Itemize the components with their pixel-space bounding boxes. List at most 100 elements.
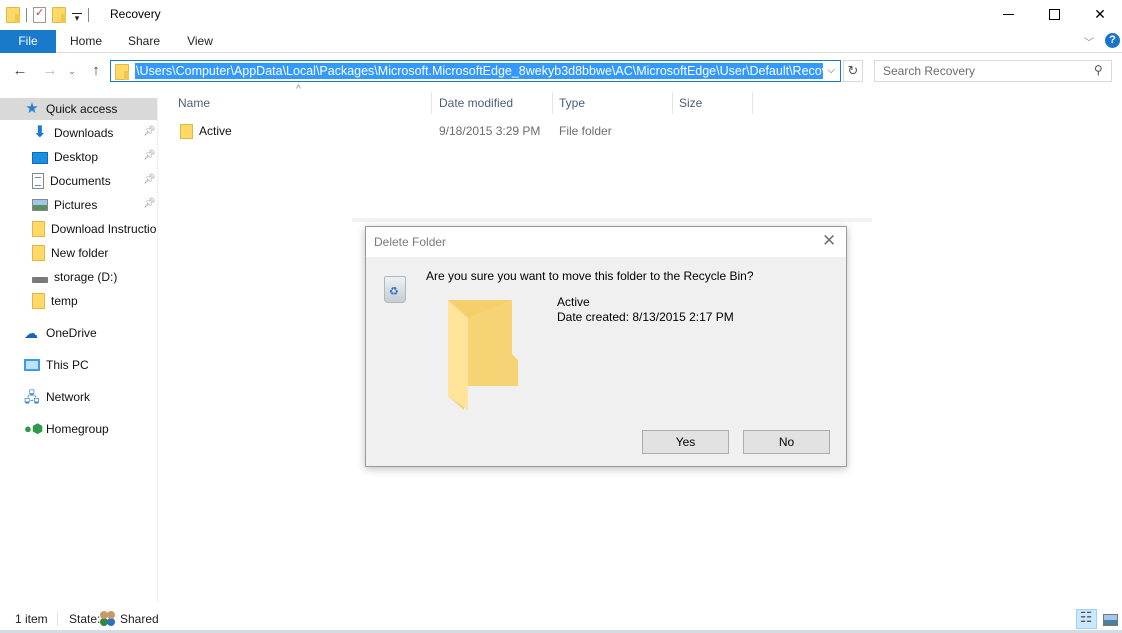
toolbar-separator bbox=[88, 8, 89, 22]
folder-icon bbox=[32, 245, 45, 261]
sidebar-item-label: Quick access bbox=[46, 102, 118, 116]
dialog-title: Delete Folder bbox=[374, 235, 447, 249]
dialog-item-date: Date created: 8/13/2015 2:17 PM bbox=[557, 310, 734, 324]
file-explorer-window: ▾ Recovery ✕ File Home Share View ﹀ ? ← … bbox=[0, 0, 1122, 633]
sidebar-item-network[interactable]: 🖧︎ Network bbox=[0, 386, 157, 408]
sidebar-item-label: storage (D:) bbox=[54, 270, 118, 284]
navigation-pane: ★ Quick access ⬇ Downloads 📌︎ Desktop 📌︎… bbox=[0, 96, 158, 602]
pictures-icon bbox=[32, 199, 48, 211]
folder-icon[interactable] bbox=[6, 7, 20, 23]
onedrive-icon: ☁ bbox=[24, 325, 38, 341]
address-bar[interactable]: \Users\Computer\AppData\Local\Packages\M… bbox=[110, 60, 841, 82]
address-path[interactable]: \Users\Computer\AppData\Local\Packages\M… bbox=[135, 63, 823, 79]
sidebar-item-onedrive[interactable]: ☁ OneDrive bbox=[0, 322, 157, 344]
folder-icon bbox=[115, 64, 129, 80]
sidebar-item-label: temp bbox=[51, 294, 78, 308]
title-bar: ▾ Recovery ✕ bbox=[0, 0, 1122, 30]
column-header-type[interactable]: Type bbox=[553, 92, 673, 114]
forward-arrow-icon[interactable]: → bbox=[40, 61, 60, 81]
address-history-chevron-icon[interactable]: ⌵ bbox=[824, 62, 838, 80]
minimize-button[interactable] bbox=[985, 0, 1031, 28]
refresh-icon[interactable]: ↻ bbox=[843, 60, 863, 82]
yes-button[interactable]: Yes bbox=[642, 430, 729, 454]
minimize-icon bbox=[1002, 13, 1014, 15]
tab-home[interactable]: Home bbox=[58, 30, 114, 53]
details-view-button[interactable] bbox=[1076, 609, 1097, 629]
sidebar-item-this-pc[interactable]: This PC bbox=[0, 354, 157, 376]
dialog-question: Are you sure you want to move this folde… bbox=[426, 269, 754, 283]
help-icon[interactable]: ? bbox=[1105, 33, 1120, 48]
column-header-name[interactable]: Name bbox=[172, 92, 432, 114]
new-folder-icon[interactable] bbox=[52, 7, 66, 23]
file-date-modified: 9/18/2015 3:29 PM bbox=[439, 124, 541, 138]
dialog-close-icon[interactable]: ✕ bbox=[822, 231, 836, 251]
large-icons-view-button[interactable] bbox=[1100, 609, 1121, 629]
sidebar-item-label: Download Instructions bbox=[51, 222, 157, 236]
recent-locations-chevron-icon[interactable]: ⌄ bbox=[66, 61, 78, 81]
sidebar-item-storage-d[interactable]: storage (D:) bbox=[0, 266, 157, 288]
dialog-title-bar: Delete Folder ✕ bbox=[366, 227, 846, 257]
sidebar-item-downloads[interactable]: ⬇ Downloads 📌︎ bbox=[0, 122, 157, 144]
network-icon: 🖧︎ bbox=[24, 389, 40, 405]
state-label: State: bbox=[69, 612, 101, 626]
file-name: Active bbox=[199, 124, 232, 138]
navigation-bar: ← → ⌄ ↑ \Users\Computer\AppData\Local\Pa… bbox=[0, 56, 1122, 86]
sidebar-item-label: New folder bbox=[51, 246, 109, 260]
tab-file[interactable]: File bbox=[0, 30, 56, 53]
tab-view[interactable]: View bbox=[176, 30, 224, 53]
up-arrow-icon[interactable]: ↑ bbox=[86, 61, 106, 81]
expand-ribbon-chevron-icon[interactable]: ﹀ bbox=[1084, 34, 1094, 49]
recycle-bin-icon: ♻ bbox=[382, 273, 408, 303]
sidebar-item-label: Downloads bbox=[54, 126, 114, 140]
documents-icon bbox=[32, 173, 44, 189]
status-bar: 1 item State: Shared bbox=[0, 608, 1122, 630]
window-title: Recovery bbox=[110, 7, 161, 21]
sidebar-item-documents[interactable]: Documents 📌︎ bbox=[0, 170, 157, 192]
search-icon[interactable]: ⚲ bbox=[1094, 63, 1103, 77]
delete-folder-dialog: Delete Folder ✕ ♻ Are you sure you want … bbox=[365, 226, 847, 467]
pin-icon[interactable]: 📌︎ bbox=[143, 174, 156, 185]
this-pc-icon bbox=[24, 359, 40, 371]
sidebar-item-pictures[interactable]: Pictures 📌︎ bbox=[0, 194, 157, 216]
sidebar-item-desktop[interactable]: Desktop 📌︎ bbox=[0, 146, 157, 168]
tab-share[interactable]: Share bbox=[118, 30, 170, 53]
quick-access-star-icon: ★ bbox=[25, 100, 39, 117]
sidebar-item-new-folder[interactable]: New folder bbox=[0, 242, 157, 264]
ribbon: File Home Share View ﹀ ? bbox=[0, 30, 1122, 53]
file-row[interactable]: Active 9/18/2015 3:29 PM File folder bbox=[172, 121, 692, 143]
no-button[interactable]: No bbox=[743, 430, 830, 454]
sidebar-item-quick-access[interactable]: ★ Quick access bbox=[0, 98, 157, 120]
column-header-date-modified[interactable]: Date modified bbox=[433, 92, 553, 114]
status-separator bbox=[57, 612, 58, 626]
folder-icon bbox=[180, 124, 193, 139]
pin-icon[interactable]: 📌︎ bbox=[143, 150, 156, 161]
drive-icon bbox=[32, 277, 48, 283]
back-arrow-icon[interactable]: ← bbox=[10, 61, 30, 81]
sidebar-item-label: Network bbox=[46, 390, 91, 404]
recycle-symbol-icon: ♻ bbox=[389, 286, 399, 298]
close-icon: ✕ bbox=[1094, 5, 1106, 22]
sidebar-item-download-instructions[interactable]: Download Instructions bbox=[0, 218, 157, 240]
sidebar-item-label: Homegroup bbox=[46, 422, 109, 436]
properties-icon[interactable] bbox=[33, 6, 46, 23]
pin-icon[interactable]: 📌︎ bbox=[143, 126, 156, 137]
file-type: File folder bbox=[559, 124, 612, 138]
sidebar-item-label: OneDrive bbox=[46, 326, 97, 340]
dialog-backdrop bbox=[352, 218, 872, 222]
sidebar-item-label: Desktop bbox=[54, 150, 99, 164]
homegroup-icon: ●⬢ bbox=[24, 421, 44, 436]
downloads-icon: ⬇ bbox=[33, 124, 47, 141]
search-input[interactable] bbox=[875, 61, 1075, 81]
pin-icon[interactable]: 📌︎ bbox=[143, 198, 156, 209]
customize-toolbar-dropdown-icon[interactable]: ▾ bbox=[72, 12, 82, 22]
sidebar-item-temp[interactable]: temp bbox=[0, 290, 157, 312]
sidebar-item-homegroup[interactable]: ●⬢ Homegroup bbox=[0, 418, 157, 440]
close-button[interactable]: ✕ bbox=[1077, 0, 1122, 28]
column-header-size[interactable]: Size bbox=[673, 92, 753, 114]
item-count: 1 item bbox=[15, 612, 48, 626]
quick-access-toolbar: ▾ bbox=[6, 5, 89, 25]
folder-icon bbox=[32, 221, 45, 237]
desktop-icon bbox=[32, 152, 48, 164]
maximize-button[interactable] bbox=[1031, 0, 1077, 28]
search-box[interactable]: ⚲ bbox=[874, 60, 1112, 82]
